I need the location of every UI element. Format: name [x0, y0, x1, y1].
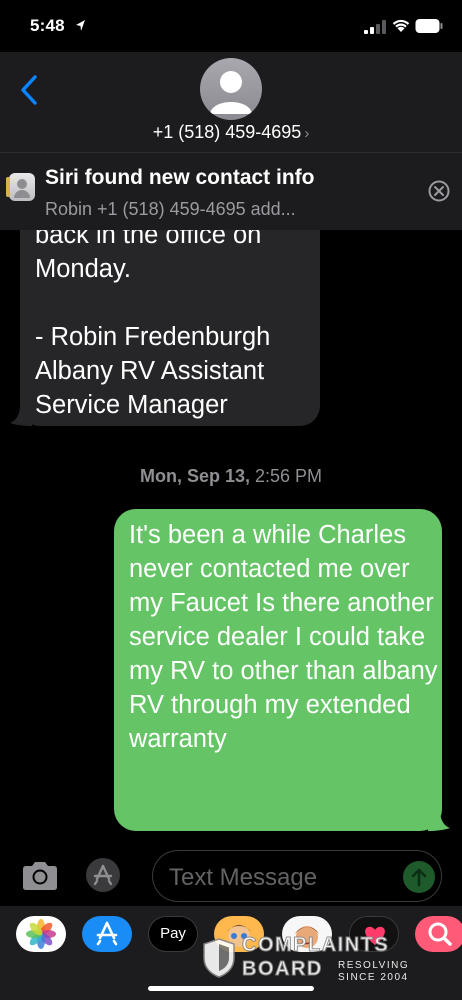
outgoing-message-text: It's been a while Charles never contacte… [129, 521, 438, 753]
input-placeholder: Text Message [169, 864, 318, 891]
text-message-input[interactable]: Text Message [152, 850, 442, 902]
shield-logo-icon [203, 938, 235, 978]
photos-icon[interactable] [16, 916, 66, 952]
watermark-line1: COMPLAINTS [241, 934, 390, 957]
complaintsboard-watermark: COMPLAINTS BOARD RESOLVING SINCE 2004 [200, 934, 422, 984]
contact-number-text: +1 (518) 459-4695 [152, 122, 302, 142]
search-icon[interactable] [415, 916, 462, 952]
siri-banner-subtitle[interactable]: Robin +1 (518) 459-4695 add... [45, 199, 296, 220]
chevron-right-icon: › [304, 125, 310, 142]
siri-banner-title: Siri found new contact info [45, 166, 315, 189]
send-arrow-icon[interactable] [403, 861, 435, 893]
siri-suggestion-banner[interactable]: Siri found new contact info Robin +1 (51… [0, 152, 462, 230]
watermark-line2: BOARD [242, 958, 323, 981]
battery-icon [415, 19, 443, 33]
conversation-header: +1 (518) 459-4695 › [0, 52, 462, 152]
location-arrow-icon [76, 20, 85, 31]
status-bar: 5:48 [0, 0, 462, 52]
back-chevron-icon[interactable] [18, 74, 40, 106]
app-store-app-icon[interactable] [82, 916, 132, 952]
contact-card-icon [6, 173, 35, 201]
signal-icon [364, 20, 386, 34]
status-time: 5:48 [30, 16, 65, 35]
message-input-bar: Text Message [0, 848, 462, 904]
timestamp-time: 2:56 PM [255, 466, 323, 486]
camera-icon[interactable] [20, 860, 60, 892]
watermark-tag1: RESOLVING [338, 960, 410, 971]
contact-number[interactable]: +1 (518) 459-4695 › [0, 122, 462, 143]
message-timestamp: Mon, Sep 13, 2:56 PM [0, 466, 462, 487]
wifi-icon [392, 19, 410, 32]
apple-pay-label: Pay [160, 925, 186, 942]
incoming-message-text: back in the office on Monday. - Robin Fr… [35, 221, 271, 419]
home-indicator[interactable] [148, 986, 314, 991]
outgoing-bubble-tail [428, 809, 450, 831]
close-icon[interactable] [428, 180, 450, 202]
apple-pay-icon[interactable]: Pay [148, 916, 198, 952]
incoming-bubble-tail [10, 404, 32, 426]
watermark-tag2: SINCE 2004 [338, 972, 409, 983]
timestamp-day: Mon, Sep 13, [139, 466, 250, 486]
app-store-icon[interactable] [86, 858, 120, 892]
contact-avatar-icon[interactable] [200, 58, 262, 120]
